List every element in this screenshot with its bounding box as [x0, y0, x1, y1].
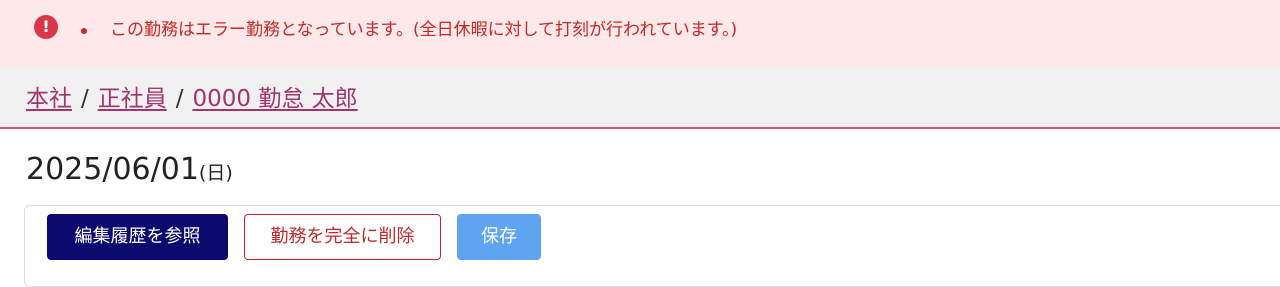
- work-date: 2025/06/01: [26, 152, 199, 187]
- save-button[interactable]: 保存: [457, 214, 541, 260]
- error-alert: ! この勤務はエラー勤務となっています。(全日休暇に対して打刻が行われています。…: [0, 0, 1280, 66]
- breadcrumb: 本社 / 正社員 / 0000 勤怠 太郎: [26, 84, 358, 114]
- view-edit-history-button[interactable]: 編集履歴を参照: [47, 214, 228, 260]
- breadcrumb-link-company[interactable]: 本社: [26, 86, 72, 112]
- breadcrumb-separator: /: [175, 86, 184, 112]
- delete-attendance-button[interactable]: 勤務を完全に削除: [244, 214, 441, 260]
- work-day-of-week: (日): [198, 162, 233, 184]
- breadcrumb-link-employment-type[interactable]: 正社員: [98, 86, 167, 112]
- breadcrumb-bar: 本社 / 正社員 / 0000 勤怠 太郎: [0, 66, 1280, 129]
- alert-message: この勤務はエラー勤務となっています。(全日休暇に対して打刻が行われています。): [110, 20, 738, 40]
- work-date-heading: 2025/06/01(日): [26, 150, 233, 193]
- breadcrumb-link-employee[interactable]: 0000 勤怠 太郎: [193, 86, 358, 112]
- breadcrumb-separator: /: [81, 86, 89, 112]
- exclamation-circle-icon: !: [34, 15, 58, 39]
- bullet-icon: [81, 28, 87, 34]
